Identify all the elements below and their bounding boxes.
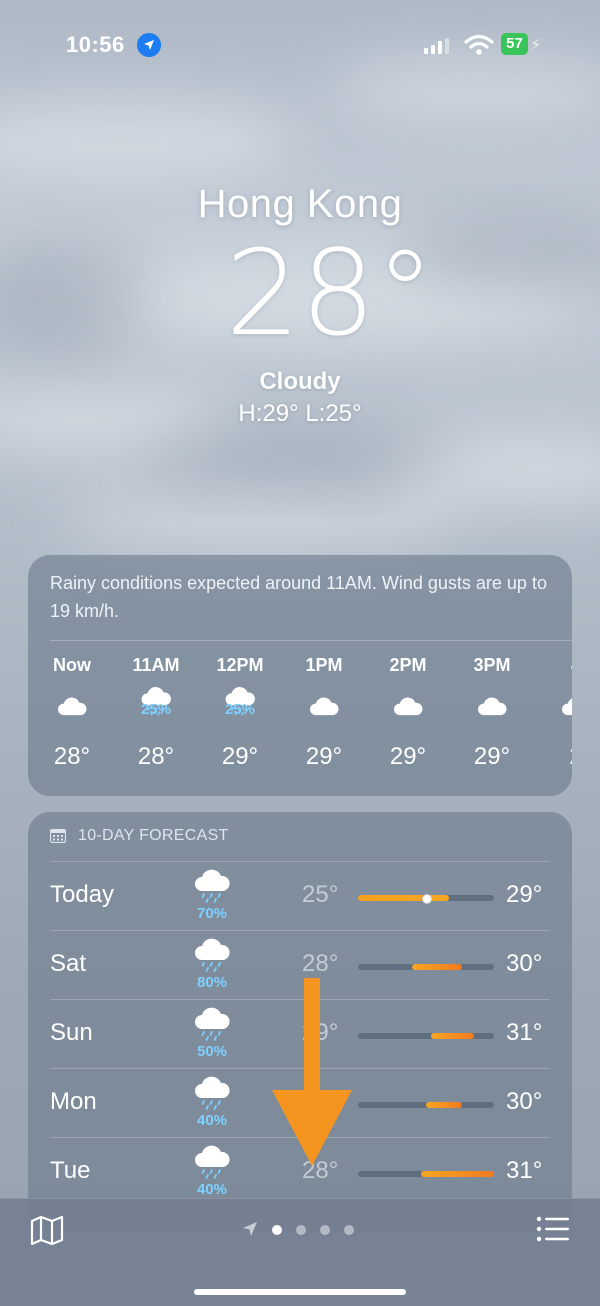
cloud-rain-icon (192, 938, 232, 974)
divider (50, 861, 550, 862)
forecast-high: 30° (506, 950, 543, 977)
current-temp-dot (422, 894, 432, 904)
hour-label: 11AM (132, 655, 180, 675)
hour-label: 12PM (216, 655, 264, 675)
current-location-icon (243, 1222, 257, 1236)
cellular-signal-icon (424, 38, 449, 54)
hourly-strip[interactable]: Now 28° 11AM 25% 28° 12PM 25% 29° 1PM 29° 2PM 29° 3P… (28, 655, 572, 785)
down-arrow-overlay-icon (272, 978, 352, 1166)
hourly-summary: Rainy conditions expected around 11AM. W… (50, 573, 547, 621)
hourly-forecast-card[interactable]: Rainy conditions expected around 11AM. W… (28, 555, 572, 796)
battery-level: 57 (501, 33, 528, 55)
forecast-precip: 70% (196, 905, 228, 922)
map-icon[interactable] (30, 1215, 64, 1245)
temperature-range-bar (358, 964, 494, 970)
forecast-high: 31° (506, 1019, 543, 1046)
cloud-icon (284, 681, 364, 725)
temperature-range-fill (358, 895, 449, 901)
hour-label: 3PM (473, 655, 511, 675)
hour-precip: 25% (224, 701, 256, 718)
wifi-icon (464, 34, 494, 55)
page-dot-3[interactable] (320, 1225, 330, 1235)
degree-symbol: ° (375, 224, 435, 362)
forecast-precip: 40% (196, 1112, 228, 1129)
temperature-range-bar (358, 1102, 494, 1108)
hour-temp: 29° (305, 743, 343, 770)
hour-label: Now (53, 655, 91, 675)
temperature-range-fill (430, 1033, 474, 1039)
list-icon[interactable] (536, 1215, 570, 1243)
location-arrow-icon (137, 33, 161, 57)
divider (50, 930, 550, 931)
temperature-range-bar (358, 1171, 494, 1177)
hour-temp: 28° (137, 743, 175, 770)
calendar-icon (50, 829, 66, 843)
status-bar: 10:56 57 ⚡ (0, 0, 600, 90)
cloud-icon (452, 681, 532, 725)
cloud-icon (368, 681, 448, 725)
cloud-icon (536, 681, 572, 725)
temperature-range-bar (358, 1033, 494, 1039)
forecast-day: Tue (50, 1157, 91, 1184)
forecast-low: 28° (302, 950, 339, 977)
temperature-range-fill (426, 1102, 463, 1108)
hour-item: Now 28° (32, 655, 112, 770)
hour-item: 12PM 25% 29° (200, 655, 280, 770)
status-time: 10:56 (66, 32, 125, 57)
cloud-rain-icon (192, 1145, 232, 1181)
hour-temp: 2 (536, 743, 572, 771)
forecast-low: 25° (302, 881, 339, 908)
hour-precip: 25% (140, 701, 172, 718)
forecast-precip: 40% (196, 1181, 228, 1198)
weather-condition: Cloudy (259, 368, 341, 395)
page-dot-2[interactable] (296, 1225, 306, 1235)
hour-item: 42 (536, 655, 572, 770)
hour-item: 1PM 29° (284, 655, 364, 770)
home-indicator[interactable] (194, 1289, 406, 1295)
current-temperature: 28° (30, 228, 600, 359)
hour-item: 3PM 29° (452, 655, 532, 770)
hour-label: 4 (536, 655, 572, 681)
hour-temp: 29° (473, 743, 511, 770)
forecast-day: Sun (50, 1019, 93, 1046)
high-low-temperature: H:29° L:25° (238, 400, 362, 427)
hour-label: 1PM (305, 655, 343, 675)
hour-temp: 29° (389, 743, 427, 770)
forecast-high: 30° (506, 1088, 543, 1115)
hour-temp: 29° (221, 743, 259, 770)
page-dot-1[interactable] (272, 1225, 282, 1235)
cloud-rain-icon (192, 1076, 232, 1112)
forecast-precip: 80% (196, 974, 228, 991)
temperature-range-fill (412, 964, 463, 970)
divider (50, 640, 572, 641)
page-dot-4[interactable] (344, 1225, 354, 1235)
bottom-toolbar (0, 1198, 600, 1306)
forecast-precip: 50% (196, 1043, 228, 1060)
charging-bolt-icon: ⚡ (530, 37, 542, 54)
temperature-range-fill (421, 1171, 494, 1177)
forecast-row[interactable]: Today 70% 25° 29° (28, 861, 572, 930)
temperature-range-bar (358, 894, 494, 904)
forecast-day: Today (50, 881, 115, 908)
city-name: Hong Kong (197, 182, 403, 226)
forecast-day: Sat (50, 950, 87, 977)
hour-item: 2PM 29° (368, 655, 448, 770)
hour-temp: 28° (53, 743, 91, 770)
hour-item: 11AM 25% 28° (116, 655, 196, 770)
forecast-high: 29° (506, 881, 543, 908)
cloud-rain-icon (192, 869, 232, 905)
forecast-high: 31° (506, 1157, 543, 1184)
hour-label: 2PM (389, 655, 427, 675)
cloud-rain-icon (192, 1007, 232, 1043)
current-temperature-value: 28 (225, 224, 376, 362)
forecast-title: 10-DAY FORECAST (78, 827, 229, 844)
cloud-icon (32, 681, 112, 725)
page-indicator[interactable] (242, 1221, 362, 1239)
battery-indicator: 57 ⚡ (501, 33, 545, 55)
forecast-day: Mon (50, 1088, 97, 1115)
